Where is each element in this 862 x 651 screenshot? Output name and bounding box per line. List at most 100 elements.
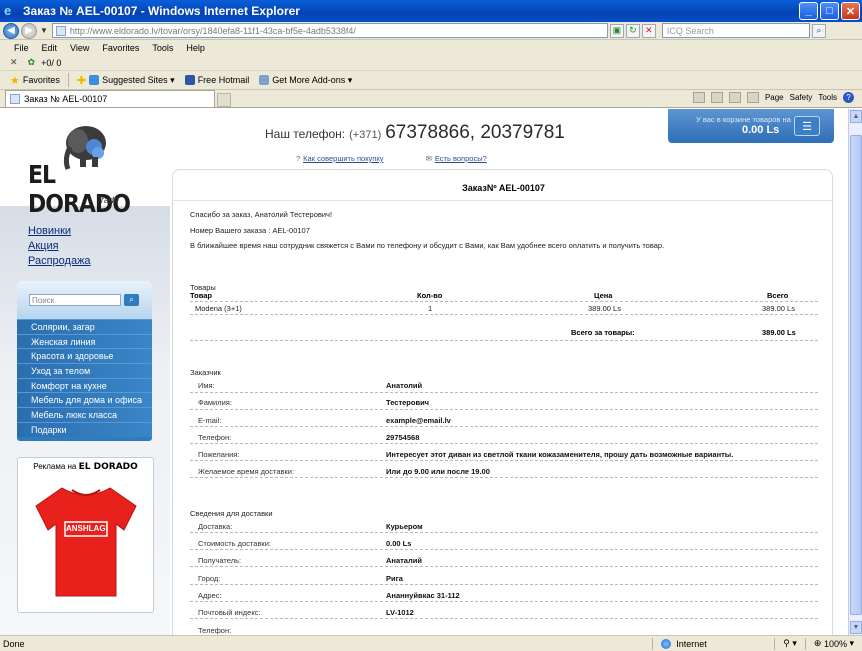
site-search-icon[interactable]: ⌕ xyxy=(124,294,139,306)
icq-counter[interactable]: +0/ 0 xyxy=(41,58,61,68)
safety-menu[interactable]: Safety xyxy=(790,93,813,102)
customer-value: Или до 9.00 или после 19.00 xyxy=(386,467,490,476)
search-icon[interactable]: ⌕ xyxy=(811,23,826,38)
menu-edit[interactable]: Edit xyxy=(42,43,58,53)
search-input[interactable]: ICQ Search xyxy=(661,23,810,38)
site-search-input[interactable]: Поиск xyxy=(29,294,121,306)
tab-order[interactable]: Заказ № AEL-00107 xyxy=(5,90,215,107)
cart-icon[interactable]: ☰ xyxy=(794,116,820,136)
category-item[interactable]: Подарки xyxy=(17,421,152,437)
tshirt-image xyxy=(35,487,137,597)
refresh-icon[interactable]: ↻ xyxy=(625,23,640,38)
grand-total-value: 389.00 Ls xyxy=(762,328,796,337)
help-icon[interactable]: ? xyxy=(843,92,854,103)
link-new[interactable]: Новинки xyxy=(28,225,91,237)
scroll-down-icon[interactable]: ▼ xyxy=(850,621,862,634)
protected-mode-icon[interactable]: ⚲ ▾ xyxy=(774,637,805,650)
history-dropdown-icon[interactable]: ▼ xyxy=(40,26,48,35)
cart-label: У вас в корзине товаров на xyxy=(696,115,791,124)
cart-widget[interactable]: У вас в корзине товаров на 0.00 Ls ☰ xyxy=(668,109,834,143)
phone-label: Наш телефон: xyxy=(265,127,346,141)
mail-icon[interactable] xyxy=(728,92,741,103)
delivery-label: Стоимость доставки: xyxy=(198,539,271,548)
menu-view[interactable]: View xyxy=(70,43,89,53)
phone-code: (+371) xyxy=(349,129,382,141)
stop-icon[interactable]: ✕ xyxy=(641,23,656,38)
feeds-icon[interactable] xyxy=(710,92,723,103)
delivery-value: Ананнуйвкас 31-112 xyxy=(386,591,460,600)
ie-icon xyxy=(89,75,100,85)
left-column: EL DORADO Trade Новинки Акция Распродажа… xyxy=(0,109,170,635)
category-item[interactable]: Солярии, загар xyxy=(17,319,152,334)
page-menu[interactable]: Page xyxy=(765,93,784,102)
command-bar: ✕ ✿ +0/ 0 xyxy=(0,55,862,71)
delivery-value: Курьером xyxy=(386,522,423,531)
fav-free-hotmail[interactable]: Free Hotmail xyxy=(184,75,249,85)
site-logo[interactable]: EL DORADO Trade xyxy=(28,117,138,219)
category-item[interactable]: Мебель для дома и офиса xyxy=(17,392,152,408)
delivery-section-title: Сведения для доставки xyxy=(190,509,273,518)
customer-value: Тестерович xyxy=(386,398,430,407)
favorites-star-icon[interactable]: ★ xyxy=(10,74,20,87)
fav-get-addons[interactable]: Get More Add-ons ▾ xyxy=(259,75,352,86)
vertical-scrollbar[interactable]: ▲ ▼ xyxy=(848,109,862,635)
forward-button[interactable]: ▶ xyxy=(21,22,37,39)
notice-text: В ближайшее время наш сотрудник свяжется… xyxy=(190,241,665,250)
fav-suggested-sites[interactable]: Suggested Sites ▾ xyxy=(89,75,175,86)
category-item[interactable]: Женская линия xyxy=(17,333,152,349)
divider xyxy=(173,200,834,201)
item-qty: 1 xyxy=(428,304,433,313)
minimize-button[interactable]: _ xyxy=(799,2,818,20)
maximize-button[interactable]: □ xyxy=(820,2,839,20)
print-icon[interactable] xyxy=(746,92,759,103)
compatibility-icon[interactable]: ▣ xyxy=(609,23,624,38)
ad-banner[interactable]: Реклама на EL DORADO ANSHLAG! xyxy=(17,457,154,613)
add-favorite-icon[interactable]: ✚ xyxy=(77,74,86,87)
category-item[interactable]: Уход за телом xyxy=(17,363,152,378)
customer-label: Имя: xyxy=(198,381,215,390)
col-header-qty: Кол-во xyxy=(417,291,443,300)
customer-label: Желаемое время доставки: xyxy=(198,467,295,476)
category-item[interactable]: Мебель люкс класса xyxy=(17,407,152,422)
scroll-up-icon[interactable]: ▲ xyxy=(850,110,862,123)
status-text: Done xyxy=(3,638,25,649)
customer-label: E-mail: xyxy=(198,416,222,425)
link-how-to-buy[interactable]: Как совершить покупку xyxy=(303,154,383,163)
menu-bar: File Edit View Favorites Tools Help xyxy=(0,40,862,55)
item-product: Modena (3+1) xyxy=(195,304,242,313)
link-questions[interactable]: Есть вопросы? xyxy=(435,154,487,163)
window-titlebar: e Заказ № AEL-00107 - Windows Internet E… xyxy=(0,0,862,22)
col-header-product: Товар xyxy=(190,291,212,300)
menu-help[interactable]: Help xyxy=(186,43,205,53)
category-item[interactable]: Комфорт на кухне xyxy=(17,377,152,393)
link-clearance[interactable]: Распродажа xyxy=(28,255,91,267)
new-tab-button[interactable] xyxy=(217,93,231,107)
logo-text: EL DORADO xyxy=(28,161,131,219)
zoom-control[interactable]: ⊕ 100% ▾ xyxy=(804,637,862,650)
ie-logo-icon: e xyxy=(4,3,12,18)
icq-icon[interactable]: ✿ xyxy=(28,57,36,68)
tools-menu[interactable]: Tools xyxy=(818,93,837,102)
menu-favorites[interactable]: Favorites xyxy=(102,43,139,53)
delivery-value: Рига xyxy=(386,574,403,583)
link-sale-action[interactable]: Акция xyxy=(28,240,91,252)
close-window-button[interactable]: ✕ xyxy=(841,2,860,20)
grand-total-label: Всего за товары: xyxy=(571,328,635,337)
address-bar[interactable]: http://www.eldorado.lv/tovar/orsy/1840ef… xyxy=(51,23,608,38)
customer-label: Телефон: xyxy=(198,433,232,442)
delivery-value: 0.00 Ls xyxy=(386,539,412,548)
tab-title: Заказ № AEL-00107 xyxy=(24,94,108,104)
delivery-value: LV-1012 xyxy=(386,608,414,617)
menu-tools[interactable]: Tools xyxy=(152,43,173,53)
divider xyxy=(67,73,69,87)
back-button[interactable]: ◀ xyxy=(3,22,19,39)
col-header-total: Всего xyxy=(767,291,789,300)
home-icon[interactable] xyxy=(692,92,705,103)
favorites-button[interactable]: Favorites xyxy=(23,75,60,85)
close-toolbar-icon[interactable]: ✕ xyxy=(10,57,18,68)
scrollbar-thumb[interactable] xyxy=(850,135,862,615)
menu-file[interactable]: File xyxy=(14,43,29,53)
category-item[interactable]: Красота и здоровье xyxy=(17,348,152,364)
site-search: Поиск ⌕ xyxy=(17,281,152,319)
customer-value: example@email.lv xyxy=(386,416,451,425)
